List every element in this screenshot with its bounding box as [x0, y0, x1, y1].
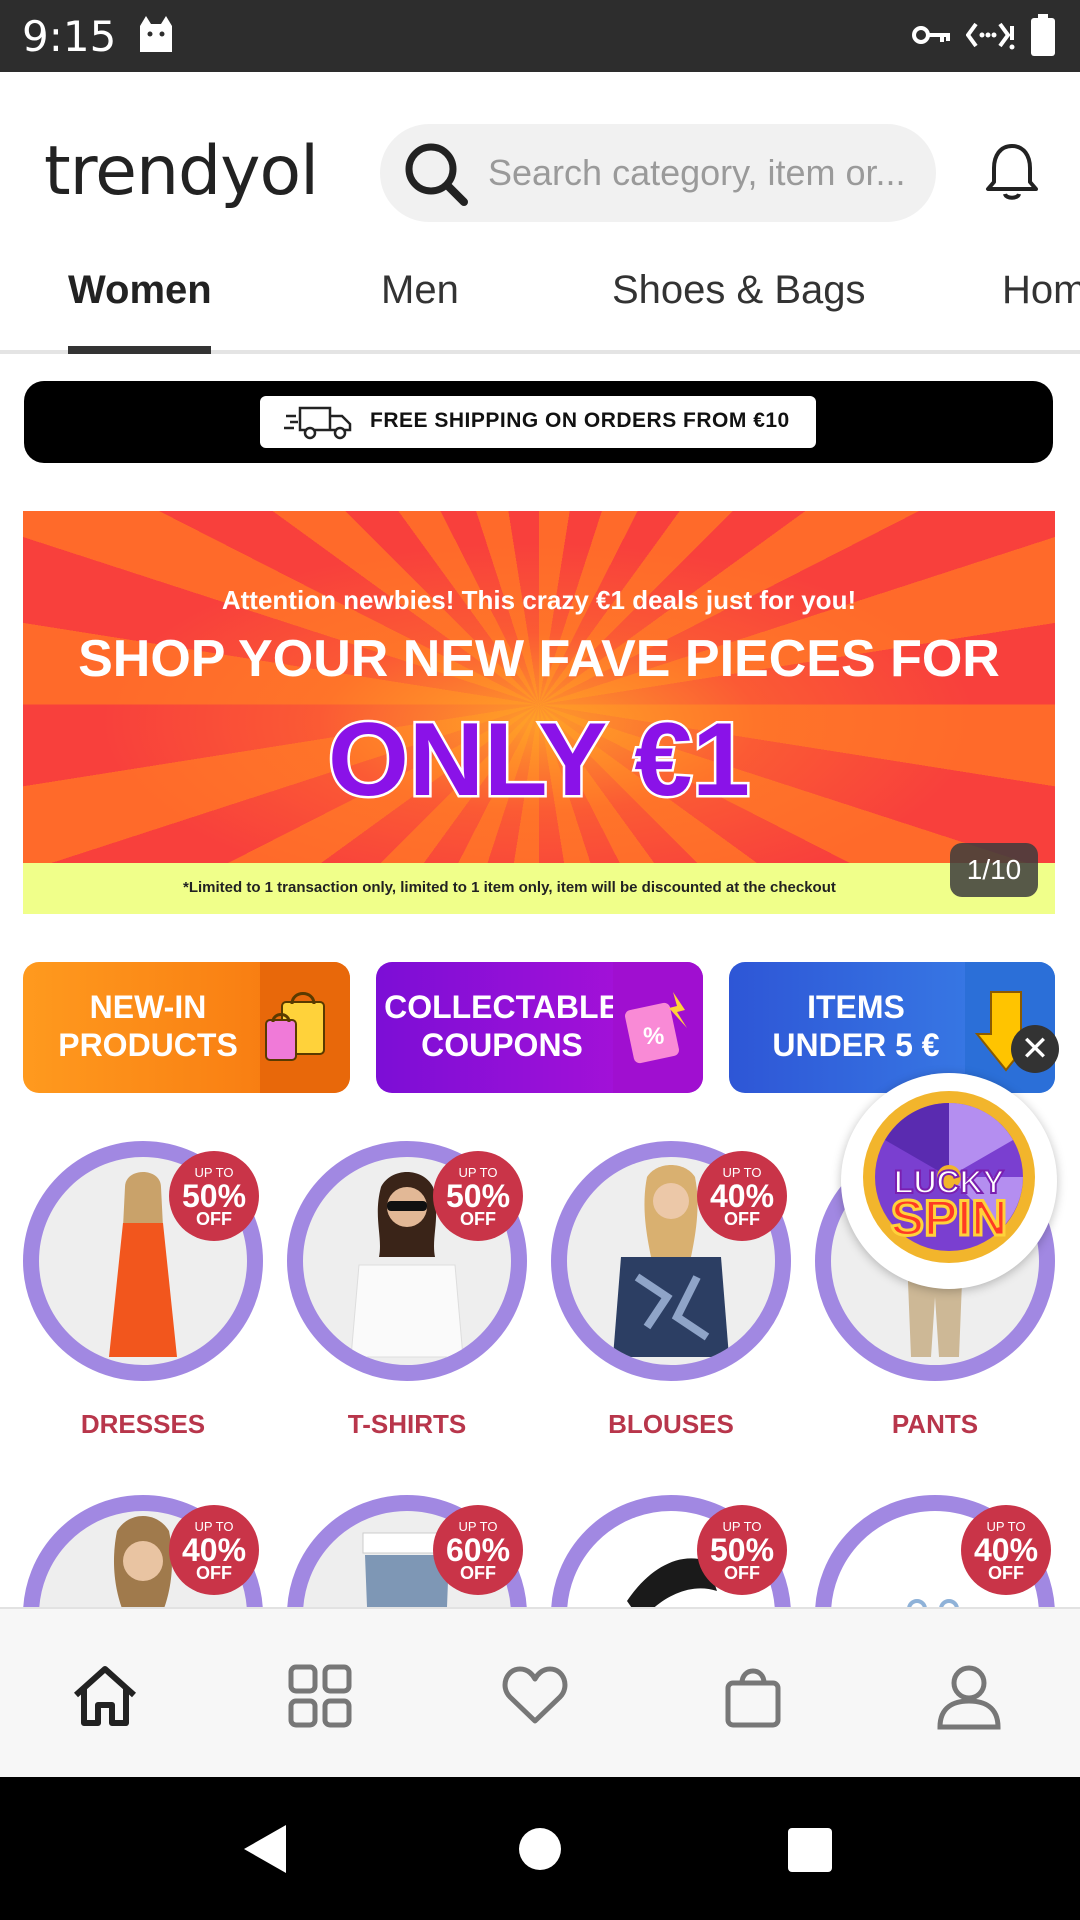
category-dresses[interactable]: UP TO 50% OFF DRESSES: [23, 1141, 263, 1451]
banner-price: ONLY €1: [325, 700, 752, 821]
free-shipping-label-box: FREE SHIPPING ON ORDERS FROM €10: [260, 396, 816, 448]
status-icons: [912, 14, 1056, 56]
trendyol-logo[interactable]: trendyol: [44, 132, 319, 211]
svg-text:%: %: [643, 1023, 664, 1050]
category-row2-item-4[interactable]: UP TO 40% OFF: [815, 1495, 1055, 1607]
data-transfer-icon: [966, 22, 1015, 50]
system-navigation-bar: [0, 1777, 1080, 1920]
category-label: DRESSES: [80, 1409, 206, 1439]
lucky-spin-widget[interactable]: LUCKY SPIN: [841, 1073, 1057, 1289]
discount-badge: UP TO 50% OFF: [697, 1505, 787, 1595]
category-t-shirts[interactable]: UP TO 50% OFF T-SHIRTS: [287, 1141, 527, 1451]
coupon-icon: %: [613, 962, 703, 1093]
banner-headline: SHOP YOUR NEW FAVE PIECES FOR: [78, 630, 1000, 688]
bottom-navigation: [0, 1607, 1080, 1777]
status-time: 9:15: [22, 12, 117, 61]
svg-text:SPIN: SPIN: [891, 1190, 1008, 1246]
search-input[interactable]: Search category, item or...: [488, 152, 918, 194]
banner-footnote: *Limited to 1 transaction only, limited …: [183, 879, 836, 896]
recents-square-icon[interactable]: [787, 1827, 833, 1873]
profile-icon[interactable]: [934, 1661, 1004, 1731]
shopping-bag-icon[interactable]: [718, 1661, 788, 1731]
discount-badge: UP TO 40% OFF: [169, 1505, 259, 1595]
free-shipping-text: FREE SHIPPING ON ORDERS FROM €10: [370, 409, 790, 432]
banner-subtitle: Attention newbies! This crazy €1 deals j…: [221, 585, 857, 615]
promo-new-in-products[interactable]: NEW-IN PRODUCTS: [23, 962, 350, 1093]
banner-footnote-strip: *Limited to 1 transaction only, limited …: [23, 863, 1055, 914]
promo-label: COLLECTABLE COUPONS: [384, 989, 620, 1063]
free-shipping-bar[interactable]: FREE SHIPPING ON ORDERS FROM €10: [24, 381, 1053, 463]
bell-icon[interactable]: [984, 142, 1040, 202]
vpn-key-icon: [912, 26, 950, 44]
shopping-bags-icon: [260, 962, 350, 1093]
screen: 9:15 trendyol Search category, item or..…: [0, 0, 1080, 1920]
tab-men[interactable]: Men: [381, 268, 459, 313]
discount-badge: UP TO 60% OFF: [433, 1505, 523, 1595]
discount-badge: UP TO 50% OFF: [169, 1151, 259, 1241]
back-icon[interactable]: [240, 1823, 290, 1875]
promo-collectable-coupons[interactable]: COLLECTABLE COUPONS %: [376, 962, 703, 1093]
cat-notification-icon: [140, 16, 172, 52]
tab-shoes-bags[interactable]: Shoes & Bags: [612, 268, 866, 313]
tab-home[interactable]: Hom: [1002, 268, 1080, 313]
app-header: trendyol Search category, item or...: [0, 72, 1080, 242]
category-blouses[interactable]: UP TO 40% OFF BLOUSES: [551, 1141, 791, 1451]
status-bar: 9:15: [0, 0, 1080, 72]
home-circle-icon[interactable]: [518, 1827, 562, 1871]
promo-label: NEW-IN PRODUCTS: [58, 989, 238, 1063]
category-row2-item-2[interactable]: UP TO 60% OFF: [287, 1495, 527, 1607]
lucky-spin-close-button[interactable]: ✕: [1011, 1025, 1059, 1073]
category-row2-item-3[interactable]: UP TO 50% OFF: [551, 1495, 791, 1607]
home-icon[interactable]: [70, 1661, 140, 1731]
promo-label: ITEMS UNDER 5 €: [772, 989, 940, 1063]
category-label: BLOUSES: [608, 1409, 734, 1439]
categories-grid-icon[interactable]: [285, 1661, 355, 1731]
heart-favorites-icon[interactable]: [500, 1661, 570, 1731]
discount-badge: UP TO 50% OFF: [433, 1151, 523, 1241]
battery-icon: [1031, 14, 1055, 56]
search-icon: [405, 143, 468, 206]
category-row2-item-1[interactable]: UP TO 40% OFF: [23, 1495, 263, 1607]
active-tab-indicator: [68, 346, 211, 354]
category-label: PANTS: [891, 1409, 979, 1439]
tab-women[interactable]: Women: [68, 268, 212, 313]
truck-icon: [284, 406, 352, 440]
category-tabs: Women Men Shoes & Bags Hom: [0, 242, 1080, 354]
banner-page-counter: 1/10: [950, 843, 1038, 897]
promo-banner[interactable]: Attention newbies! This crazy €1 deals j…: [23, 511, 1055, 914]
discount-badge: UP TO 40% OFF: [961, 1505, 1051, 1595]
lucky-spin-wheel-icon: LUCKY SPIN: [863, 1091, 1035, 1263]
search-bar[interactable]: Search category, item or...: [380, 124, 936, 222]
discount-badge: UP TO 40% OFF: [697, 1151, 787, 1241]
category-label: T-SHIRTS: [347, 1409, 467, 1439]
